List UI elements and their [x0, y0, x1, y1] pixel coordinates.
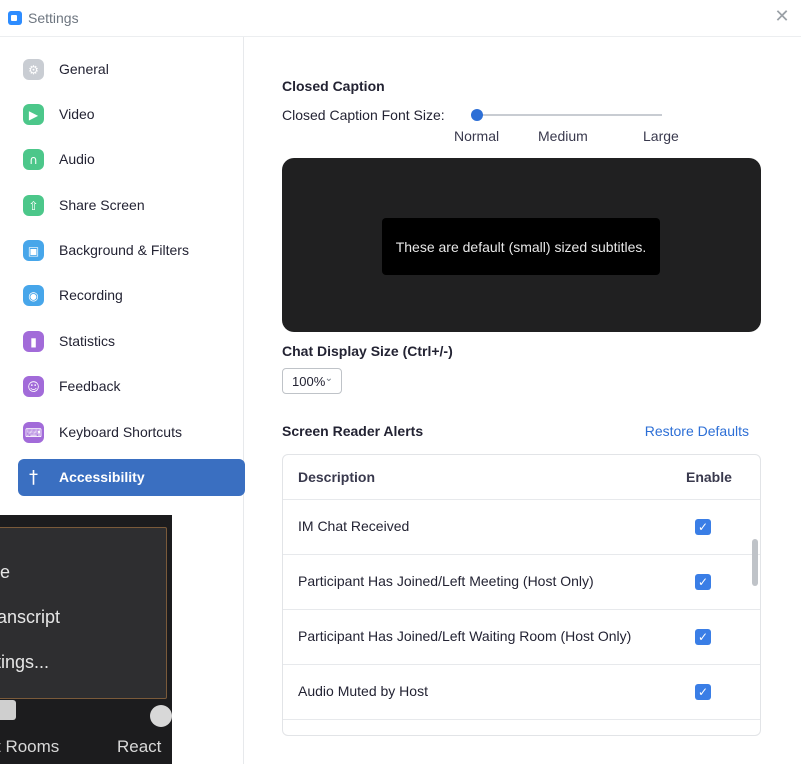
overlay-menu-item-settings[interactable]: ttings... — [0, 652, 49, 673]
gear-icon: ⚙ — [23, 59, 44, 80]
sidebar-item-label: Keyboard Shortcuts — [59, 424, 182, 440]
feedback-icon: ☺ — [23, 376, 44, 397]
caption-font-size-slider[interactable] — [476, 114, 662, 116]
sidebar-item-feedback[interactable]: ☺ Feedback — [18, 368, 245, 405]
close-icon[interactable]: ✕ — [773, 8, 791, 26]
column-header-enable: Enable — [686, 469, 732, 485]
keyboard-icon: ⌨ — [23, 422, 44, 443]
sidebar-item-share-screen[interactable]: ⇧ Share Screen — [18, 187, 245, 224]
statistics-icon: ▮ — [23, 331, 44, 352]
alert-description: Participant Has Joined/Left Meeting (Hos… — [298, 573, 594, 589]
sidebar-item-background-filters[interactable]: ▣ Background & Filters — [18, 232, 245, 269]
sidebar-item-label: Feedback — [59, 378, 121, 394]
sidebar-item-label: Statistics — [59, 333, 116, 349]
sidebar-item-label: Accessibility — [59, 469, 145, 485]
background-icon: ▣ — [23, 240, 44, 261]
video-icon: ▶ — [23, 104, 44, 125]
sidebar-item-keyboard-shortcuts[interactable]: ⌨ Keyboard Shortcuts — [18, 414, 245, 451]
table-row: Participant Has Joined/Left Waiting Room… — [283, 609, 760, 664]
table-scrollbar[interactable] — [752, 539, 758, 586]
slider-tick-large: Large — [643, 128, 679, 144]
breakout-rooms-icon — [0, 700, 16, 720]
alert-description: Participant Has Joined/Left Waiting Room… — [298, 628, 632, 644]
restore-defaults-link[interactable]: Restore Defaults — [645, 423, 749, 439]
table-row: Audio Muted by Host ✓ — [283, 664, 760, 719]
zoom-app-icon — [8, 11, 22, 25]
table-row: Participant Has Joined/Left Meeting (Hos… — [283, 554, 760, 609]
sidebar-item-label: General — [59, 61, 109, 77]
sidebar-item-label: Audio — [59, 151, 95, 167]
chat-display-size-value: 100% — [292, 374, 326, 389]
overlay-menu-item-transcript[interactable]: ranscript — [0, 607, 60, 628]
headphones-icon: ∩ — [23, 149, 44, 170]
alert-description: IM Chat Received — [298, 518, 410, 534]
reactions-label[interactable]: React — [117, 737, 161, 757]
chevron-down-icon: ⌄ — [324, 373, 333, 384]
recording-icon: ◉ — [23, 285, 44, 306]
caption-font-size-label: Closed Caption Font Size: — [282, 107, 445, 123]
sidebar-item-general[interactable]: ⚙ General — [18, 51, 245, 88]
sidebar-item-label: Background & Filters — [59, 242, 189, 258]
enable-checkbox[interactable]: ✓ — [695, 574, 711, 590]
sidebar-item-statistics[interactable]: ▮ Statistics — [18, 323, 245, 360]
breakout-rooms-label[interactable]: t Rooms — [0, 737, 59, 757]
accessibility-icon: † — [29, 467, 38, 488]
slider-tick-normal: Normal — [454, 128, 500, 144]
sidebar-item-accessibility[interactable]: † Accessibility — [18, 459, 245, 496]
chat-display-size-select[interactable]: 100% ⌄ — [282, 368, 342, 394]
column-header-description: Description — [298, 469, 376, 485]
table-row — [283, 719, 760, 735]
meeting-menu-overlay: tle ranscript ttings... t Rooms React — [0, 515, 172, 764]
sidebar-item-video[interactable]: ▶ Video — [18, 96, 245, 133]
sidebar-item-label: Share Screen — [59, 197, 145, 213]
sidebar-item-audio[interactable]: ∩ Audio — [18, 141, 245, 178]
window-title: Settings — [28, 10, 79, 26]
slider-tick-medium: Medium — [538, 128, 588, 144]
screen-reader-alerts-table: Description Enable IM Chat Received ✓ Pa… — [282, 454, 761, 736]
title-bar: Settings ✕ — [0, 0, 801, 36]
overlay-context-menu: tle ranscript ttings... — [0, 527, 167, 699]
enable-checkbox[interactable]: ✓ — [695, 684, 711, 700]
sidebar-item-label: Video — [59, 106, 95, 122]
enable-checkbox[interactable]: ✓ — [695, 519, 711, 535]
caption-preview: These are default (small) sized subtitle… — [282, 158, 761, 332]
share-screen-icon: ⇧ — [23, 195, 44, 216]
sidebar-item-label: Recording — [59, 287, 123, 303]
sidebar-item-recording[interactable]: ◉ Recording — [18, 277, 245, 314]
accessibility-panel: Closed Caption Closed Caption Font Size:… — [245, 37, 801, 764]
reactions-icon — [150, 705, 172, 727]
overlay-menu-item-subtitle[interactable]: tle — [0, 562, 10, 583]
chat-display-heading: Chat Display Size (Ctrl+/-) — [282, 343, 453, 359]
caption-font-size-slider-thumb[interactable] — [471, 109, 483, 121]
screen-reader-heading: Screen Reader Alerts — [282, 423, 424, 439]
table-row: IM Chat Received ✓ — [283, 499, 760, 554]
settings-window: Settings ✕ ⚙ General ▶ Video ∩ Audio ⇧ S… — [0, 0, 801, 764]
caption-preview-text: These are default (small) sized subtitle… — [382, 218, 660, 275]
enable-checkbox[interactable]: ✓ — [695, 629, 711, 645]
alert-description: Audio Muted by Host — [298, 683, 428, 699]
closed-caption-heading: Closed Caption — [282, 78, 385, 94]
